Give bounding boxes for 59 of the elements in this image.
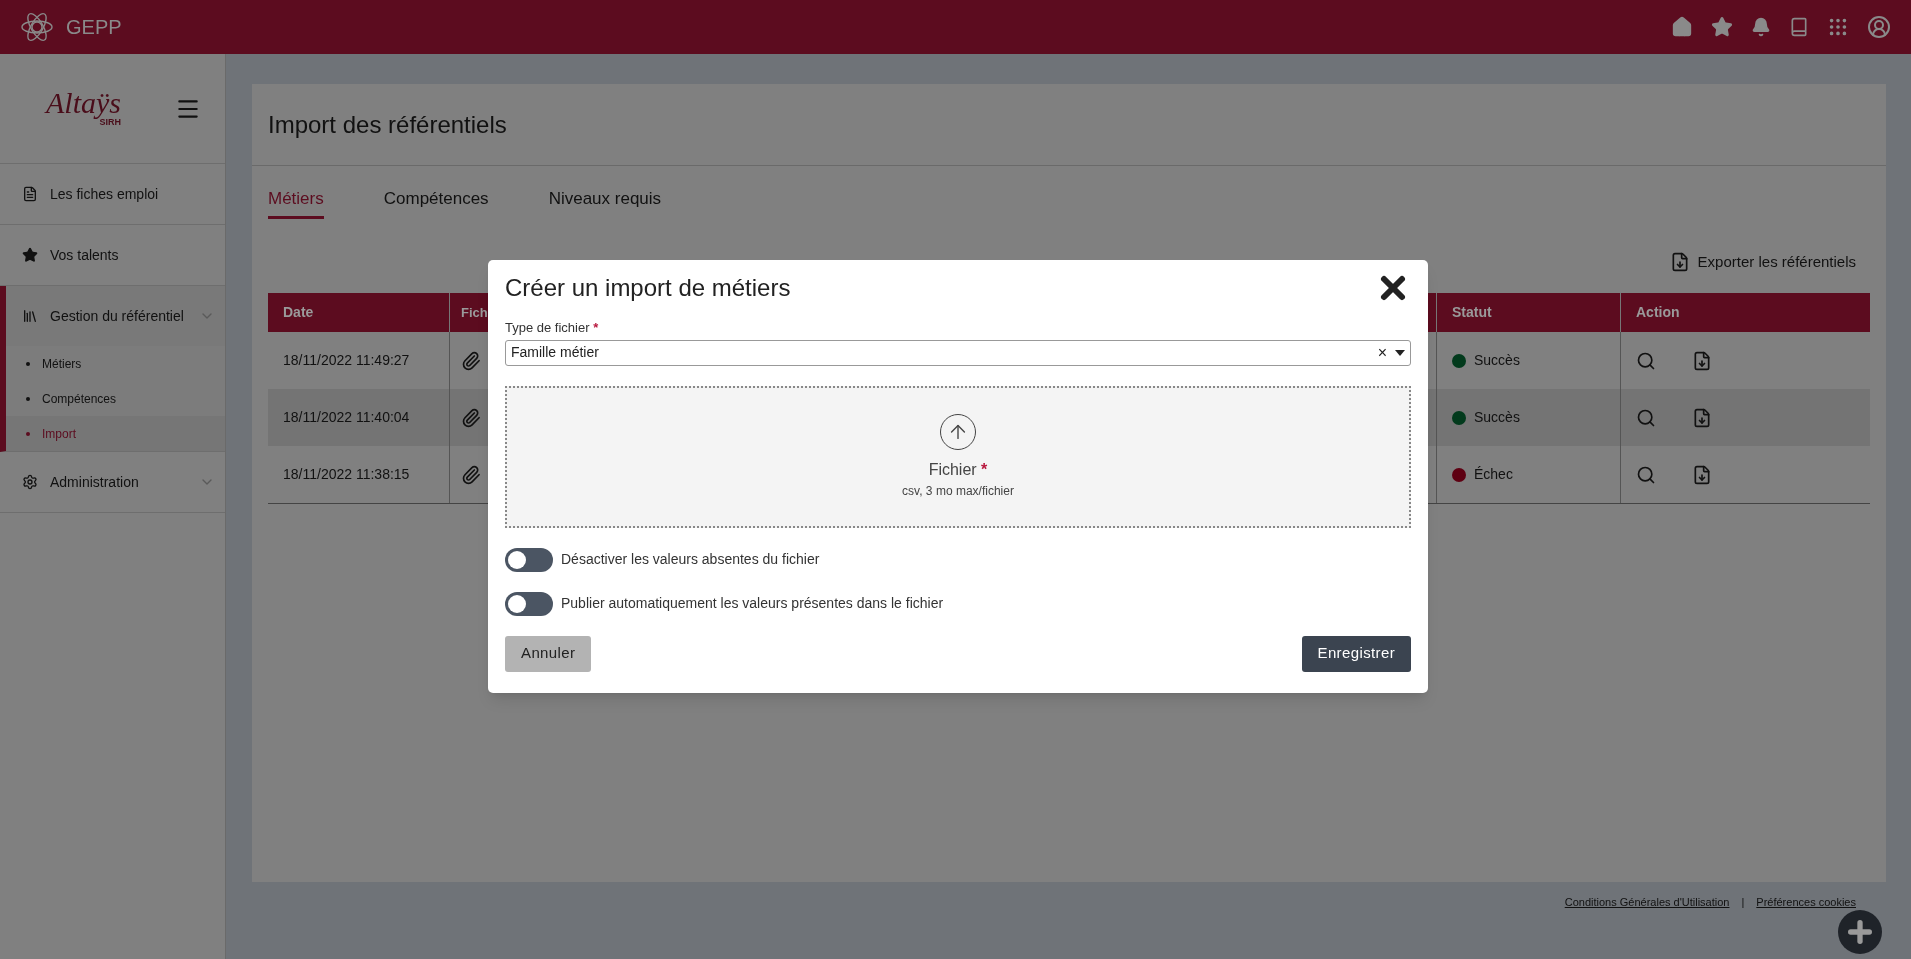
file-download-icon[interactable]: [1692, 407, 1712, 428]
sidebar-item[interactable]: Gestion du référentiel: [6, 286, 225, 346]
apps-grid-icon[interactable]: [1827, 16, 1849, 38]
date-cell-text: 18/11/2022 11:49:27: [283, 351, 410, 370]
submenu-item[interactable]: Métiers: [6, 346, 225, 381]
app-name: GEPP: [66, 15, 122, 40]
toggle-switch[interactable]: [505, 547, 553, 572]
attachment-icon[interactable]: [461, 407, 481, 428]
tab[interactable]: Métiers: [268, 186, 324, 219]
attachment-icon[interactable]: [461, 464, 481, 485]
search-icon[interactable]: [1636, 350, 1656, 371]
column-header: Date: [282, 303, 315, 322]
file-dropzone[interactable]: Fichier * csv, 3 mo max/fichier: [505, 385, 1411, 528]
star-icon[interactable]: [1711, 16, 1733, 38]
books-icon: [22, 308, 38, 324]
document-icon: [22, 186, 38, 202]
file-download-icon[interactable]: [1692, 464, 1712, 485]
footer-link[interactable]: Préférences cookies: [1756, 894, 1856, 911]
dropdown-caret-icon[interactable]: [1395, 349, 1405, 356]
page-title: Import des référentiels: [268, 109, 507, 140]
footer-separator: |: [1741, 895, 1745, 910]
export-button[interactable]: Exporter les référentiels: [1669, 250, 1856, 273]
footer-link[interactable]: Conditions Générales d'Utilisation: [1564, 894, 1730, 911]
tab[interactable]: Niveaux requis: [548, 186, 662, 219]
attachment-icon[interactable]: [461, 350, 481, 371]
star-icon: [22, 247, 38, 263]
toggle-switch[interactable]: [505, 591, 553, 616]
file-type-select[interactable]: Famille métier ×: [505, 339, 1411, 366]
sidebar-item[interactable]: Les fiches emploi: [0, 164, 225, 224]
toggle-label: Publier automatiquement les valeurs présentes dans le fichier: [561, 594, 944, 613]
file-download-icon[interactable]: [1692, 350, 1712, 371]
notification-icon[interactable]: [1751, 17, 1771, 37]
home-icon[interactable]: [1671, 16, 1693, 38]
submenu-item[interactable]: Import: [6, 416, 225, 451]
dropzone-label: Fichier *: [928, 459, 988, 480]
date-cell-text: 18/11/2022 11:38:15: [283, 465, 410, 484]
date-cell-text: 18/11/2022 11:40:04: [283, 408, 410, 427]
user-avatar-icon[interactable]: [1867, 15, 1891, 39]
sidebar-item[interactable]: Administration: [0, 452, 225, 512]
settings-icon: [22, 474, 38, 490]
cancel-button[interactable]: Annuler: [505, 635, 592, 672]
modal-title: Créer un import de métiers: [505, 273, 791, 303]
tab[interactable]: Compétences: [383, 186, 489, 219]
book-icon[interactable]: [1789, 17, 1809, 37]
toggle-label: Désactiver les valeurs absentes du fichier: [561, 550, 820, 569]
status-text: Succès: [1474, 408, 1520, 427]
status-text: Succès: [1474, 351, 1520, 370]
clear-button[interactable]: ×: [1377, 340, 1387, 365]
atom-logo-icon: [20, 10, 54, 44]
sidebar-item[interactable]: Vos talents: [0, 225, 225, 285]
submenu-item[interactable]: Compétences: [6, 381, 225, 416]
dropzone-hint: csv, 3 mo max/fichier: [902, 482, 1014, 500]
brand-logo: Altaÿs SIRH: [46, 87, 121, 129]
save-button[interactable]: Enregistrer: [1301, 635, 1411, 672]
field-label: Type de fichier *: [505, 319, 600, 337]
search-icon[interactable]: [1636, 407, 1656, 428]
search-icon[interactable]: [1636, 464, 1656, 485]
status-text: Échec: [1474, 465, 1513, 484]
add-button[interactable]: [1838, 910, 1882, 954]
